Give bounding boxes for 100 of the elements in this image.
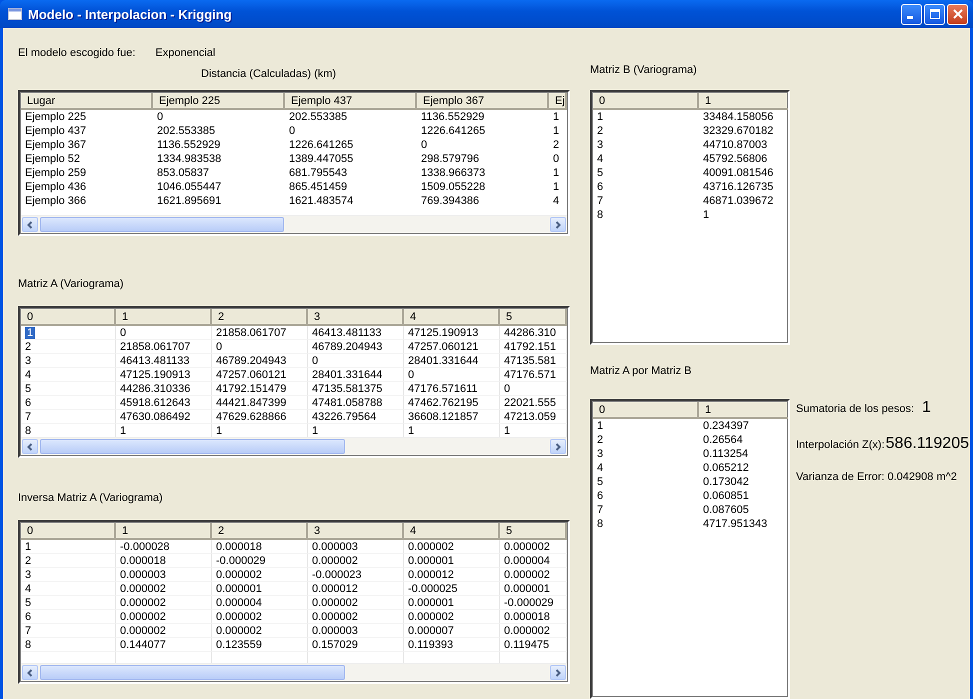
table-cell: 7 [25, 411, 32, 423]
table-cell: 46413.481133 [120, 355, 190, 367]
table-cell: 4 [25, 583, 32, 595]
table-cell: 47257.060121 [408, 341, 478, 353]
table-cell: 5 [597, 476, 604, 488]
table-cell: Ejemplo 367 [25, 139, 86, 151]
chevron-left-icon[interactable] [26, 442, 34, 450]
column-header[interactable]: 3 [308, 309, 404, 326]
column-header[interactable]: Ej [549, 93, 567, 110]
table-cell: 40091.081546 [703, 167, 774, 179]
table-cell: 0.000003 [120, 569, 166, 581]
table-cell: 0.123559 [216, 639, 262, 651]
table-cell: 22021.555 [504, 397, 556, 409]
minimize-button[interactable] [901, 4, 922, 24]
column-header[interactable]: 1 [116, 309, 212, 326]
result-value: 1 [922, 399, 931, 417]
column-header[interactable]: 0 [21, 523, 116, 540]
table-cell: 1 [553, 167, 560, 179]
table-cell: 0.119475 [504, 639, 550, 651]
table-cell: 47213.059 [504, 411, 556, 423]
column-header[interactable]: 1 [116, 523, 212, 540]
table-cell: 6 [597, 490, 604, 502]
table-cell: 47125.190913 [120, 369, 190, 381]
column-header[interactable]: 5 [500, 309, 567, 326]
table-cell: 0.000002 [312, 611, 358, 623]
table-cell: 0.000002 [216, 569, 262, 581]
column-header[interactable]: 5 [500, 523, 567, 540]
table-cell: 1136.552929 [157, 139, 220, 151]
table-cell: 3 [25, 355, 32, 367]
table-cell: 4 [25, 369, 32, 381]
table-cell: 46413.481133 [312, 327, 382, 339]
table-cell: 2 [597, 125, 604, 137]
model-label: El modelo escogido fue: [18, 47, 136, 59]
column-header[interactable]: 0 [593, 402, 699, 419]
table-cell: 0.000002 [312, 555, 358, 567]
close-button[interactable] [947, 4, 968, 24]
column-header[interactable]: 4 [404, 309, 500, 326]
table-cell: 1 [597, 111, 604, 123]
result-label: Interpolación Z(x): [796, 439, 885, 451]
chevron-right-icon[interactable] [554, 220, 562, 228]
table-cell: -0.000029 [216, 555, 266, 567]
column-header[interactable]: 1 [699, 93, 788, 110]
column-header[interactable]: 3 [308, 523, 404, 540]
table-cell: Ejemplo 366 [25, 195, 86, 207]
table-cell: 0.000002 [216, 625, 262, 637]
table-cell: 0.000002 [408, 541, 454, 553]
window-title: Modelo - Interpolacion - Krigging [28, 6, 233, 22]
column-header[interactable]: 2 [212, 309, 308, 326]
column-header[interactable]: 1 [699, 402, 788, 419]
table-cell: 1136.552929 [421, 111, 484, 123]
column-header[interactable]: Ejemplo 225 [153, 93, 285, 110]
table-cell: Ejemplo 52 [25, 153, 80, 165]
table-cell: 1 [597, 420, 604, 432]
table-cell: 21858.061707 [216, 327, 286, 339]
table-cell: 44421.847399 [216, 397, 286, 409]
table-cell: 0.000018 [120, 555, 166, 567]
table-cell: 202.553385 [157, 125, 216, 137]
table-cell: 47176.571611 [408, 383, 478, 395]
table-cell: 0.000002 [504, 569, 550, 581]
table-cell: 0.000018 [504, 611, 550, 623]
table-cell: 0.000001 [504, 583, 550, 595]
table-cell: 1 [553, 111, 560, 123]
table-cell: 21858.061707 [120, 341, 190, 353]
horizontal-scrollbar[interactable] [21, 437, 567, 455]
chevron-right-icon[interactable] [554, 442, 562, 450]
table-title: Matriz A (Variograma) [18, 278, 125, 290]
column-header[interactable]: 0 [21, 309, 116, 326]
maximize-button[interactable] [924, 4, 945, 24]
column-header[interactable]: 2 [212, 523, 308, 540]
table-cell: 1226.641265 [289, 139, 354, 151]
chevron-left-icon[interactable] [26, 668, 34, 676]
close-icon [952, 8, 964, 20]
column-header[interactable]: 4 [404, 523, 500, 540]
horizontal-scrollbar[interactable] [21, 215, 567, 233]
table-cell: 6 [597, 181, 604, 193]
table-cell: 1 [504, 425, 510, 437]
column-header[interactable]: Ejemplo 367 [417, 93, 549, 110]
chevron-right-icon[interactable] [554, 668, 562, 676]
table-cell: 3 [597, 139, 604, 151]
table-cell: 0.000004 [504, 555, 550, 567]
column-header[interactable]: Lugar [21, 93, 153, 110]
table-cell: 45918.612643 [120, 397, 190, 409]
table-cell: 3 [597, 448, 604, 460]
table-cell: 0.000004 [216, 597, 262, 609]
table-cell: 0.065212 [703, 462, 749, 474]
table-title: Inversa Matriz A (Variograma) [18, 492, 164, 504]
model-value: Exponencial [155, 47, 216, 59]
table-cell: 1 [216, 425, 222, 437]
table-cell: 0 [289, 125, 296, 137]
table-cell: 1226.641265 [421, 125, 486, 137]
horizontal-scrollbar[interactable] [21, 663, 567, 681]
column-header[interactable]: 0 [593, 93, 699, 110]
column-header[interactable]: Ejemplo 437 [285, 93, 417, 110]
table-cell: 0 [312, 355, 318, 367]
table-cell: 1 [553, 181, 560, 193]
chevron-left-icon[interactable] [26, 220, 34, 228]
table-cell: -0.000029 [504, 597, 554, 609]
table-cell: 0.000002 [504, 541, 550, 553]
table-cell: 43226.79564 [312, 411, 376, 423]
table-cell: 0.000018 [216, 541, 262, 553]
